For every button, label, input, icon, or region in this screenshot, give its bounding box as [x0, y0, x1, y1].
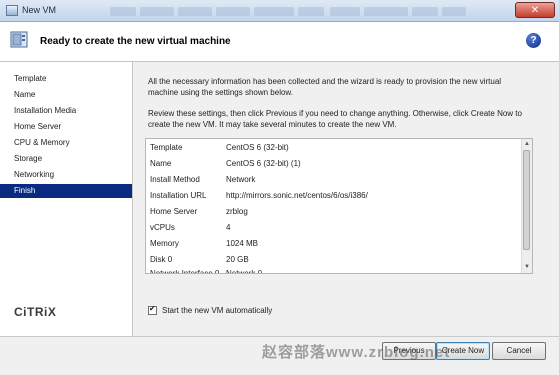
wizard-header: Ready to create the new virtual machine … — [0, 22, 559, 62]
nav-item-template[interactable]: Template — [0, 72, 132, 86]
summary-value: zrblog — [226, 207, 248, 216]
nav-item-cpu-memory[interactable]: CPU & Memory — [0, 136, 132, 150]
summary-key: Memory — [150, 239, 179, 248]
help-icon[interactable]: ? — [526, 33, 541, 48]
summary-value: CentOS 6 (32-bit) (1) — [226, 159, 301, 168]
background-tab — [364, 7, 408, 16]
new-vm-icon — [10, 31, 28, 48]
summary-value: Network 0 — [226, 269, 263, 274]
instructions-text: Review these settings, then click Previo… — [148, 109, 522, 129]
summary-key: Install Method — [150, 175, 200, 184]
page-title: Ready to create the new virtual machine — [40, 36, 231, 47]
close-button[interactable]: ✕ — [515, 2, 555, 18]
summary-value: http://mirrors.sonic.net/centos/6/os/i38… — [226, 191, 368, 200]
scroll-thumb[interactable] — [523, 150, 530, 250]
scroll-down-icon[interactable]: ▼ — [523, 263, 531, 272]
summary-value: CentOS 6 (32-bit) — [226, 143, 289, 152]
nav-item-finish[interactable]: Finish — [0, 184, 132, 198]
settings-summary[interactable]: Template CentOS 6 (32-bit) Name CentOS 6… — [145, 138, 533, 274]
background-tab — [298, 7, 324, 16]
watermark: 赵容部落www.zrblog.net — [262, 344, 451, 361]
background-tab — [254, 7, 294, 16]
background-tab — [140, 7, 174, 16]
summary-key: vCPUs — [150, 223, 175, 232]
nav-item-installation-media[interactable]: Installation Media — [0, 104, 132, 118]
nav-item-storage[interactable]: Storage — [0, 152, 132, 166]
background-tab — [178, 7, 212, 16]
background-tab — [442, 7, 466, 16]
summary-key: Template — [150, 143, 183, 152]
title-bar: New VM ✕ — [0, 0, 559, 22]
vm-app-icon — [6, 5, 18, 16]
summary-value: 4 — [226, 223, 231, 232]
autostart-label: Start the new VM automatically — [162, 306, 273, 315]
intro-text: All the necessary information has been c… — [148, 77, 502, 97]
cancel-button[interactable]: Cancel — [492, 342, 546, 360]
scroll-up-icon[interactable]: ▲ — [523, 140, 531, 149]
background-tab — [216, 7, 250, 16]
window-title: New VM — [22, 5, 57, 15]
summary-key: Network Interface 0 — [150, 269, 220, 274]
summary-key: Name — [150, 159, 172, 168]
autostart-checkbox[interactable]: Start the new VM automatically — [148, 304, 273, 316]
vertical-scrollbar[interactable]: ▲ ▼ — [521, 139, 532, 273]
checkbox-checked-icon[interactable] — [148, 304, 157, 316]
citrix-logo: CiTRiX — [14, 305, 57, 319]
summary-key: Home Server — [150, 207, 198, 216]
background-tab — [330, 7, 360, 16]
wizard-nav: Template Name Installation Media Home Se… — [0, 62, 133, 337]
background-tab — [412, 7, 438, 16]
background-tab — [110, 7, 136, 16]
summary-key: Installation URL — [150, 191, 207, 200]
summary-value: 1024 MB — [226, 239, 259, 248]
nav-item-home-server[interactable]: Home Server — [0, 120, 132, 134]
footer-divider — [0, 336, 559, 337]
nav-item-name[interactable]: Name — [0, 88, 132, 102]
nav-item-networking[interactable]: Networking — [0, 168, 132, 182]
close-icon: ✕ — [530, 5, 540, 16]
summary-value: Network — [226, 175, 256, 184]
